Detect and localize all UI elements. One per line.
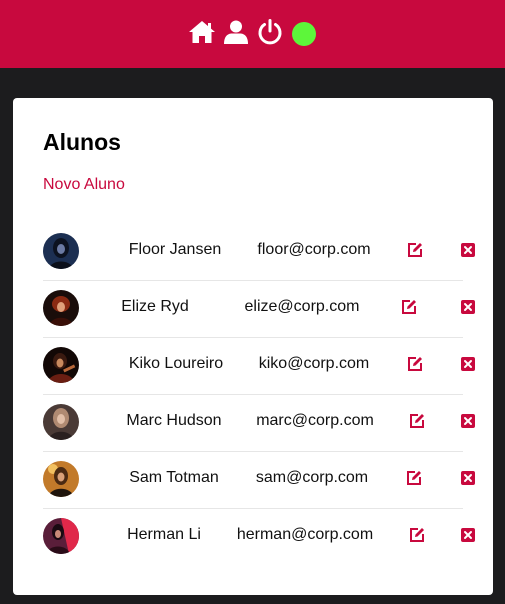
delete-icon[interactable] — [460, 242, 476, 258]
edit-icon[interactable] — [409, 413, 425, 429]
top-navbar — [0, 0, 505, 68]
student-name: Herman Li — [127, 526, 201, 543]
student-email: marc@corp.com — [256, 412, 374, 429]
student-email: floor@corp.com — [257, 241, 371, 258]
edit-icon[interactable] — [407, 242, 423, 258]
student-row: Kiko Loureiro kiko@corp.com — [43, 337, 475, 395]
avatar — [43, 518, 79, 554]
new-student-link[interactable]: Novo Aluno — [43, 175, 125, 195]
student-name: Sam Totman — [129, 469, 219, 486]
student-name: Kiko Loureiro — [128, 355, 224, 372]
page-title: Alunos — [43, 129, 121, 155]
avatar — [43, 461, 79, 497]
user-icon[interactable] — [222, 18, 250, 46]
student-row: Floor Jansen floor@corp.com — [43, 223, 475, 281]
student-name: Marc Hudson — [126, 412, 222, 429]
delete-icon[interactable] — [460, 413, 476, 429]
delete-icon[interactable] — [460, 299, 476, 315]
student-name: Floor Jansen — [128, 241, 222, 258]
avatar — [43, 290, 79, 326]
students-card: Alunos Novo Aluno Floor Jansen floor@cor… — [13, 98, 493, 595]
student-row: Herman Li herman@corp.com — [43, 508, 475, 565]
power-icon[interactable] — [256, 18, 284, 46]
student-email: sam@corp.com — [255, 469, 369, 486]
avatar — [43, 233, 79, 269]
student-row: Elize Ryd elize@corp.com — [43, 280, 475, 338]
edit-icon[interactable] — [406, 470, 422, 486]
edit-icon[interactable] — [409, 527, 425, 543]
avatar — [43, 404, 79, 440]
delete-icon[interactable] — [460, 470, 476, 486]
student-email: herman@corp.com — [236, 526, 374, 543]
student-name: Elize Ryd — [121, 298, 189, 315]
student-row: Sam Totman sam@corp.com — [43, 451, 475, 509]
avatar — [43, 347, 79, 383]
online-status-indicator — [292, 22, 316, 46]
home-icon[interactable] — [188, 18, 216, 46]
student-email: elize@corp.com — [244, 298, 360, 315]
delete-icon[interactable] — [460, 356, 476, 372]
delete-icon[interactable] — [460, 527, 476, 543]
edit-icon[interactable] — [407, 356, 423, 372]
student-row: Marc Hudson marc@corp.com — [43, 394, 475, 452]
edit-icon[interactable] — [401, 299, 417, 315]
student-email: kiko@corp.com — [258, 355, 370, 372]
